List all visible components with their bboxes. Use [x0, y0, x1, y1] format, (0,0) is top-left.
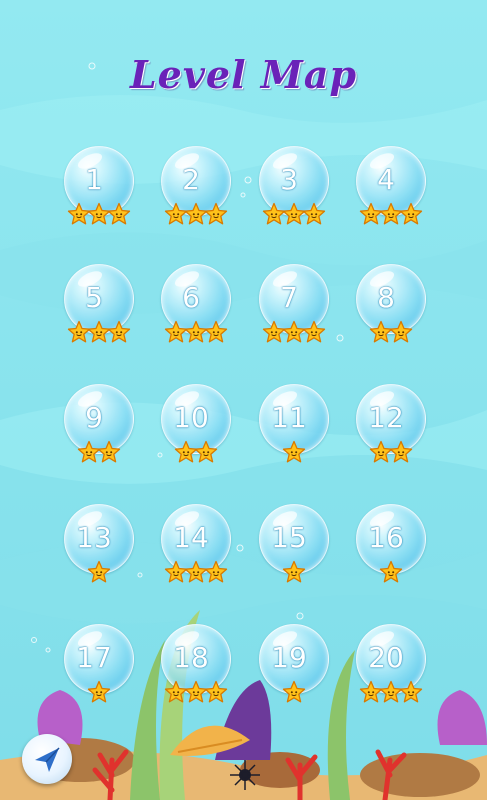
level-button-13[interactable]: 13: [59, 504, 139, 594]
star-icon: [302, 320, 326, 344]
star-icon: [204, 202, 228, 226]
level-button-2[interactable]: 2: [156, 146, 236, 236]
star-icon: [399, 202, 423, 226]
level-button-10[interactable]: 10: [156, 384, 236, 474]
level-stars: [254, 320, 334, 346]
star-icon: [302, 202, 326, 226]
star-icon: [399, 680, 423, 704]
level-button-7[interactable]: 7: [254, 264, 334, 354]
level-button-5[interactable]: 5: [59, 264, 139, 354]
level-stars: [351, 202, 431, 228]
level-stars: [59, 320, 139, 346]
level-stars: [59, 202, 139, 228]
level-stars: [254, 560, 334, 586]
level-button-3[interactable]: 3: [254, 146, 334, 236]
level-button-14[interactable]: 14: [156, 504, 236, 594]
star-icon: [379, 560, 403, 584]
star-icon: [107, 320, 131, 344]
star-icon: [389, 440, 413, 464]
star-icon: [282, 680, 306, 704]
level-stars: [254, 202, 334, 228]
level-button-1[interactable]: 1: [59, 146, 139, 236]
star-icon: [97, 440, 121, 464]
level-button-6[interactable]: 6: [156, 264, 236, 354]
level-stars: [156, 560, 236, 586]
level-stars: [351, 560, 431, 586]
level-stars: [351, 440, 431, 466]
level-stars: [254, 680, 334, 706]
level-button-17[interactable]: 17: [59, 624, 139, 714]
level-stars: [59, 680, 139, 706]
level-stars: [351, 680, 431, 706]
level-stars: [156, 440, 236, 466]
level-button-16[interactable]: 16: [351, 504, 431, 594]
star-icon: [87, 680, 111, 704]
level-stars: [254, 440, 334, 466]
star-icon: [204, 320, 228, 344]
back-button[interactable]: [22, 734, 72, 784]
level-button-4[interactable]: 4: [351, 146, 431, 236]
level-stars: [351, 320, 431, 346]
level-button-11[interactable]: 11: [254, 384, 334, 474]
star-icon: [282, 440, 306, 464]
level-grid: 1 2 3 4 5 6 7 8 9 10 11 12 13 14 15 16 17 18 19 20: [0, 0, 487, 800]
level-stars: [59, 560, 139, 586]
level-stars: [156, 202, 236, 228]
level-button-12[interactable]: 12: [351, 384, 431, 474]
level-button-19[interactable]: 19: [254, 624, 334, 714]
level-button-18[interactable]: 18: [156, 624, 236, 714]
star-icon: [389, 320, 413, 344]
level-stars: [156, 320, 236, 346]
level-button-20[interactable]: 20: [351, 624, 431, 714]
level-button-8[interactable]: 8: [351, 264, 431, 354]
level-stars: [59, 440, 139, 466]
level-button-9[interactable]: 9: [59, 384, 139, 474]
level-stars: [156, 680, 236, 706]
star-icon: [87, 560, 111, 584]
star-icon: [107, 202, 131, 226]
level-button-15[interactable]: 15: [254, 504, 334, 594]
star-icon: [282, 560, 306, 584]
paper-plane-arrow-icon: [35, 747, 60, 772]
star-icon: [194, 440, 218, 464]
star-icon: [204, 560, 228, 584]
star-icon: [204, 680, 228, 704]
